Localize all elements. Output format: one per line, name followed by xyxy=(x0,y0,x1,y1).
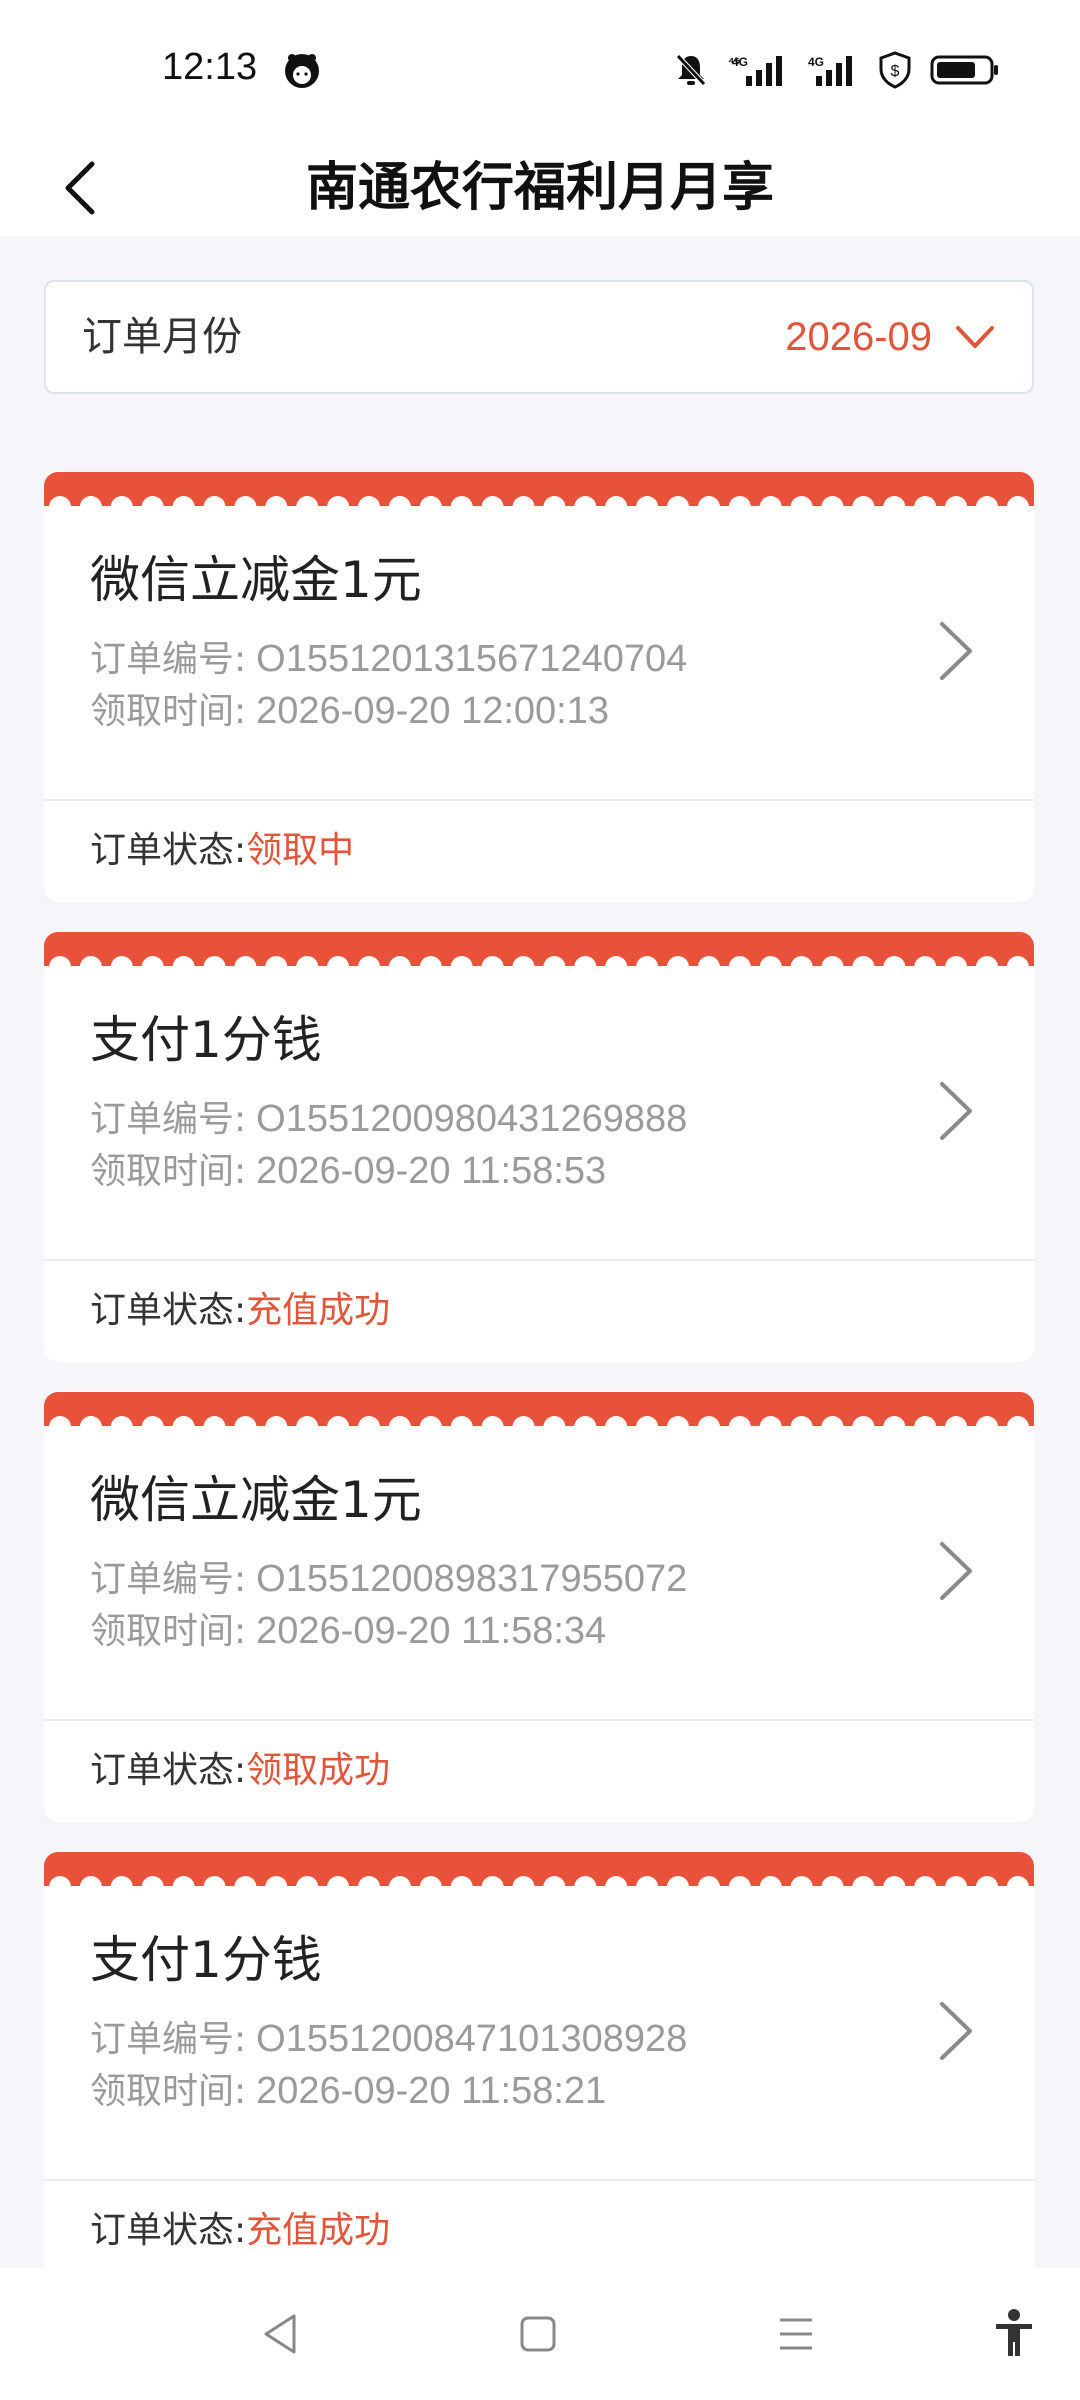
order-status: 充值成功 xyxy=(246,1290,391,1331)
card-body: 微信立减金1元 订单编号: O1551200898317955072 领取时间: 2… xyxy=(44,1426,1034,1691)
claim-time: 2026-09-20 12:00:13 xyxy=(256,690,609,732)
chevron-right-icon xyxy=(940,1542,972,1600)
back-arrow-icon xyxy=(65,161,95,215)
nav-back-icon xyxy=(264,2314,296,2354)
order-status-label: 订单状态: xyxy=(90,1290,247,1331)
claim-time-label: 领取时间: xyxy=(90,1611,247,1652)
ticket-edge xyxy=(44,472,1034,507)
order-number-label: 订单编号: xyxy=(90,639,247,680)
order-status-row: 订单状态:领取中 xyxy=(90,801,354,901)
card-body: 支付1分钱 订单编号: O1551200847101308928 领取时间: 202… xyxy=(44,1886,1034,2151)
order-status-row: 订单状态:充值成功 xyxy=(90,2181,390,2281)
nav-back-button[interactable] xyxy=(250,2304,310,2364)
claim-time: 2026-09-20 11:58:21 xyxy=(256,2070,607,2112)
claim-time-row: 领取时间: 2026-09-20 11:58:34 xyxy=(90,1602,606,1654)
page-title: 南通农行福利月月享 xyxy=(305,158,774,218)
order-status-label: 订单状态: xyxy=(90,830,247,871)
claim-time-row: 领取时间: 2026-09-20 12:00:13 xyxy=(90,682,609,734)
nav-menu-button[interactable] xyxy=(766,2304,826,2364)
order-number-row: 订单编号: O1551200898317955072 xyxy=(90,1550,687,1602)
order-card[interactable]: 微信立减金1元 订单编号: O1551201315671240704 领取时间: 2… xyxy=(44,472,1034,902)
order-status-label: 订单状态: xyxy=(90,1750,247,1791)
ticket-edge xyxy=(44,1852,1034,1887)
claim-time-label: 领取时间: xyxy=(90,691,247,732)
order-number: O1551200898317955072 xyxy=(256,1558,688,1600)
order-status: 领取中 xyxy=(246,830,355,871)
nav-menu-icon xyxy=(780,2318,812,2350)
order-card[interactable]: 支付1分钱 订单编号: O1551200847101308928 领取时间: 202… xyxy=(44,1852,1034,2282)
signal-4g-2-icon: 4G xyxy=(808,55,852,86)
claim-time-row: 领取时间: 2026-09-20 11:58:21 xyxy=(90,2062,606,2114)
accessibility-button[interactable] xyxy=(984,2304,1044,2364)
order-number: O1551200980431269888 xyxy=(256,1098,688,1140)
status-bar: 12:13 ⁴⁶ 4G 4G $ xyxy=(0,0,1080,140)
order-number-row: 订单编号: O1551200980431269888 xyxy=(90,1090,687,1142)
order-status: 领取成功 xyxy=(246,1750,391,1791)
system-nav-bar xyxy=(0,2268,1080,2400)
svg-text:$: $ xyxy=(891,63,900,80)
month-label: 订单月份 xyxy=(82,314,242,360)
chevron-right-icon xyxy=(940,1082,972,1140)
back-button[interactable] xyxy=(40,146,120,230)
product-name: 微信立减金1元 xyxy=(90,551,422,609)
card-body: 微信立减金1元 订单编号: O1551201315671240704 领取时间: 2… xyxy=(44,506,1034,771)
svg-text:4G: 4G xyxy=(732,55,748,69)
order-number-row: 订单编号: O1551201315671240704 xyxy=(90,630,687,682)
product-name: 微信立减金1元 xyxy=(90,1471,422,1529)
claim-time: 2026-09-20 11:58:34 xyxy=(256,1610,607,1652)
nav-home-button[interactable] xyxy=(508,2304,568,2364)
order-number: O1551201315671240704 xyxy=(256,638,688,680)
chevron-down-icon xyxy=(956,326,994,348)
month-selector[interactable]: 订单月份 2026-09 xyxy=(44,280,1034,394)
app-notification-icon xyxy=(285,54,319,88)
order-status: 充值成功 xyxy=(246,2210,391,2251)
card-body: 支付1分钱 订单编号: O1551200980431269888 领取时间: 202… xyxy=(44,966,1034,1231)
order-card[interactable]: 微信立减金1元 订单编号: O1551200898317955072 领取时间: 2… xyxy=(44,1392,1034,1822)
status-time: 12:13 xyxy=(162,46,258,88)
order-card[interactable]: 支付1分钱 订单编号: O1551200980431269888 领取时间: 202… xyxy=(44,932,1034,1362)
product-name: 支付1分钱 xyxy=(90,1931,322,1989)
security-shield-icon: $ xyxy=(879,51,911,89)
claim-time-label: 领取时间: xyxy=(90,1151,247,1192)
ticket-edge xyxy=(44,932,1034,967)
order-number-label: 订单编号: xyxy=(90,2019,247,2060)
claim-time: 2026-09-20 11:58:53 xyxy=(256,1150,607,1192)
header: 南通农行福利月月享 xyxy=(0,140,1080,236)
chevron-right-icon xyxy=(940,2002,972,2060)
order-status-label: 订单状态: xyxy=(90,2210,247,2251)
ticket-edge xyxy=(44,1392,1034,1427)
order-number: O1551200847101308928 xyxy=(256,2018,688,2060)
status-icons: ⁴⁶ 4G 4G $ xyxy=(674,48,1000,92)
battery-icon xyxy=(930,55,998,85)
chevron-right-icon xyxy=(940,622,972,680)
signal-4g-1-icon: ⁴⁶ 4G xyxy=(728,54,782,86)
nav-home-icon xyxy=(520,2316,556,2352)
order-number-row: 订单编号: O1551200847101308928 xyxy=(90,2010,687,2062)
claim-time-label: 领取时间: xyxy=(90,2071,247,2112)
order-number-label: 订单编号: xyxy=(90,1559,247,1600)
order-list: 微信立减金1元 订单编号: O1551201315671240704 领取时间: 2… xyxy=(44,472,1034,2312)
accessibility-icon xyxy=(996,2309,1032,2356)
svg-text:4G: 4G xyxy=(808,55,824,69)
claim-time-row: 领取时间: 2026-09-20 11:58:53 xyxy=(90,1142,606,1194)
month-value: 2026-09 xyxy=(785,315,932,359)
order-status-row: 订单状态:领取成功 xyxy=(90,1721,390,1821)
order-status-row: 订单状态:充值成功 xyxy=(90,1261,390,1361)
mute-bell-icon xyxy=(676,54,706,86)
order-number-label: 订单编号: xyxy=(90,1099,247,1140)
product-name: 支付1分钱 xyxy=(90,1011,322,1069)
